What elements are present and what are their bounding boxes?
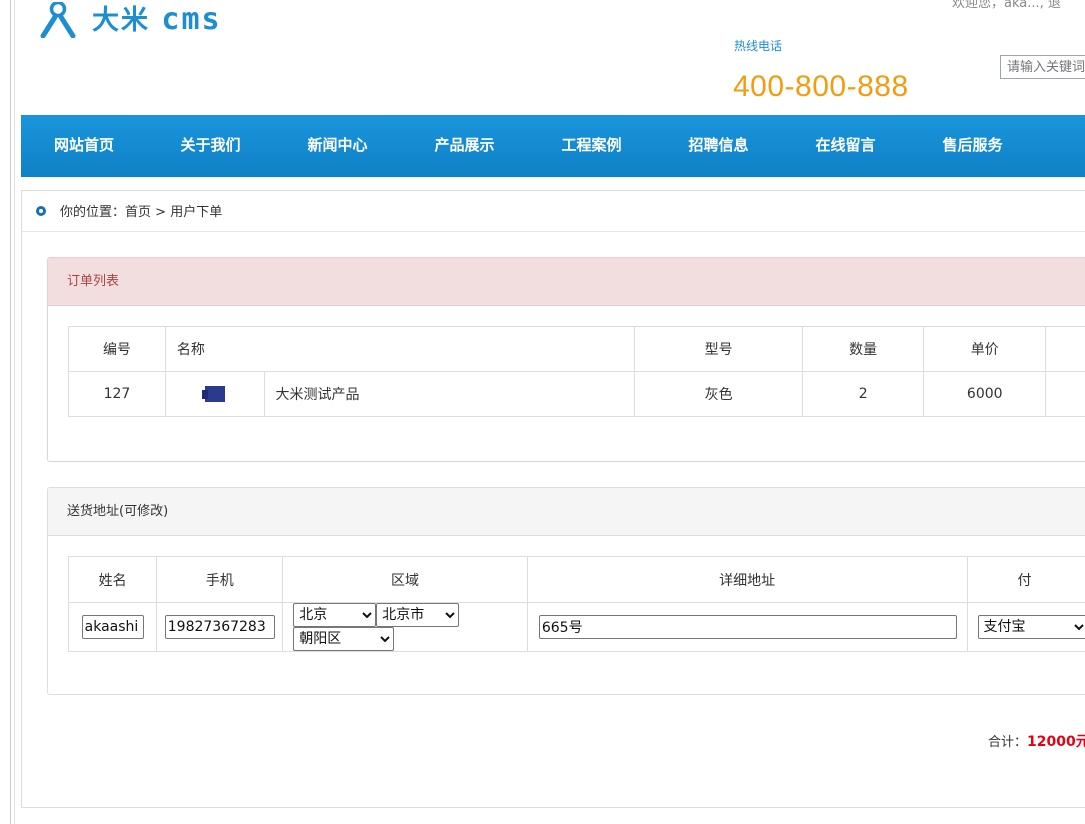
order-panel-title: 订单列表	[48, 258, 1085, 306]
product-thumb-cell	[164, 371, 266, 417]
total-label: 合计：	[988, 735, 1028, 750]
product-image[interactable]	[202, 386, 226, 402]
district-select[interactable]: 朝阳区	[293, 627, 395, 651]
breadcrumb-separator: >	[151, 205, 171, 220]
main-nav: 网站首页 关于我们 新闻中心 产品展示 工程案例 招聘信息 在线留言 售后服务	[21, 115, 1085, 177]
col-price-header: 单价	[923, 326, 1047, 372]
pay-cell: 支付宝	[966, 602, 1085, 652]
address-table: 姓名 手机 区域 详细地址 付 北京北京市朝阳区 支付宝	[67, 556, 1085, 652]
col-phone-header: 手机	[156, 556, 284, 603]
page-left-border	[10, 0, 11, 824]
breadcrumb-home-link[interactable]: 首页	[125, 205, 151, 220]
breadcrumb-prefix: 你的位置：	[60, 205, 126, 220]
recipient-name-input[interactable]	[81, 615, 144, 639]
city-select[interactable]: 北京市	[376, 603, 460, 627]
address-table-header: 姓名 手机 区域 详细地址 付	[67, 556, 1085, 603]
col-id-header: 编号	[68, 326, 166, 372]
address-panel: 送货地址(可修改) 姓名 手机 区域 详细地址 付 北京北京市朝阳区 支付宝	[47, 487, 1085, 695]
product-qty-cell: 2	[802, 371, 925, 417]
phone-input[interactable]	[164, 615, 275, 639]
address-panel-title: 送货地址(可修改)	[48, 488, 1085, 536]
welcome-text: 欢迎您，aka..., 退	[952, 0, 1061, 11]
product-model-cell: 灰色	[633, 371, 804, 417]
nav-item-jobs[interactable]: 招聘信息	[655, 115, 782, 177]
nav-item-cases[interactable]: 工程案例	[528, 115, 655, 177]
region-cell: 北京 北京市 朝阳区	[282, 602, 528, 652]
logo-icon	[40, 2, 76, 38]
nav-item-service[interactable]: 售后服务	[909, 115, 1036, 177]
col-pay-header: 付	[966, 556, 1085, 603]
order-total: 合计：12000元	[988, 731, 1085, 751]
col-extra-header	[1045, 326, 1085, 372]
nav-item-products[interactable]: 产品展示	[401, 115, 528, 177]
recipient-cell	[67, 602, 158, 652]
payment-select[interactable]: 支付宝	[977, 615, 1085, 639]
nav-item-message[interactable]: 在线留言	[782, 115, 909, 177]
detail-address-input[interactable]	[538, 615, 957, 639]
col-name-header: 名称	[164, 326, 635, 372]
hotline-label: 热线电话	[734, 39, 783, 53]
logo-brand-cn: 大米	[92, 4, 150, 36]
hotline-number: 400-800-888	[733, 70, 909, 103]
product-price-cell: 6000	[923, 371, 1047, 417]
breadcrumb-current: 用户下单	[170, 205, 223, 220]
site-logo[interactable]: 大米 cms	[38, 0, 222, 40]
col-region-header: 区域	[282, 556, 528, 603]
nav-item-news[interactable]: 新闻中心	[274, 115, 401, 177]
logo-brand-latin: cms	[161, 1, 222, 37]
col-recipient-header: 姓名	[67, 556, 158, 603]
nav-item-about[interactable]: 关于我们	[147, 115, 274, 177]
order-table: 编号 名称 型号 数量 单价 127 大米测试产品 灰色 2 6000	[68, 326, 1085, 417]
detail-cell	[526, 602, 968, 652]
nav-item-home[interactable]: 网站首页	[21, 115, 147, 177]
order-id-cell: 127	[68, 371, 166, 417]
location-bullet-icon	[36, 205, 46, 216]
col-qty-header: 数量	[802, 326, 925, 372]
logo-text: 大米 cms	[92, 0, 222, 41]
breadcrumb: 你的位置：首页 > 用户下单	[21, 190, 1085, 232]
col-detail-header: 详细地址	[526, 556, 968, 603]
search-input[interactable]	[1000, 55, 1085, 79]
product-extra-cell	[1045, 371, 1085, 417]
phone-cell	[156, 602, 284, 652]
order-panel: 订单列表 编号 名称 型号 数量 单价 127 大米测试产品 灰色 2 6000	[47, 257, 1085, 462]
order-table-header: 编号 名称 型号 数量 单价	[68, 326, 1085, 372]
page-left-border-inner	[14, 0, 15, 824]
total-amount: 12000元	[1027, 734, 1085, 750]
province-select[interactable]: 北京	[293, 603, 377, 627]
product-name-cell: 大米测试产品	[264, 371, 635, 417]
table-row: 北京北京市朝阳区 支付宝	[67, 602, 1085, 652]
col-model-header: 型号	[633, 326, 804, 372]
table-row: 127 大米测试产品 灰色 2 6000	[68, 371, 1085, 417]
breadcrumb-text: 你的位置：首页 > 用户下单	[60, 201, 222, 220]
